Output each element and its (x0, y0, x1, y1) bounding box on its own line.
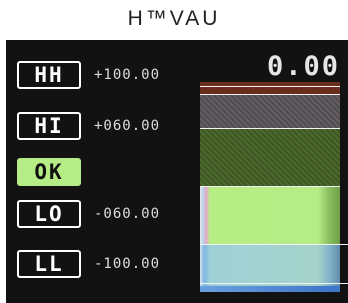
hh-zone-divider (200, 94, 340, 95)
lo-limit-line (200, 244, 348, 245)
ll-limit-line (200, 283, 348, 284)
hh-limit-line (200, 86, 340, 87)
hh-zone (200, 82, 340, 94)
ll-zone (200, 244, 340, 292)
lo-zone (200, 186, 340, 244)
hh-limit-value: +100.00 (94, 67, 161, 83)
lo-badge: LO (17, 200, 81, 228)
hi-badge: HI (17, 112, 81, 140)
ll-limit-value: -100.00 (94, 256, 161, 272)
ll-badge: LL (17, 250, 81, 278)
ll-zone-edge (200, 286, 340, 292)
judgement-display: H™VAU 0.00 HH +100.00 HI +060.00 OK LO -… (0, 0, 348, 303)
hi-limit-value: +060.00 (94, 118, 161, 134)
hi-limit-line (200, 128, 340, 129)
lo-limit-value: -060.00 (94, 206, 161, 222)
ok-badge: OK (17, 158, 81, 186)
ok-lo-divider (200, 186, 340, 187)
measurement-readout: 0.00 (266, 51, 340, 82)
level-bar-graph (200, 82, 340, 292)
ok-zone (200, 128, 340, 186)
display-title: H™VAU (127, 7, 221, 30)
hh-badge: HH (17, 61, 81, 89)
meter-panel: 0.00 HH +100.00 HI +060.00 OK LO -060.00… (6, 40, 348, 303)
hi-zone (200, 94, 340, 128)
